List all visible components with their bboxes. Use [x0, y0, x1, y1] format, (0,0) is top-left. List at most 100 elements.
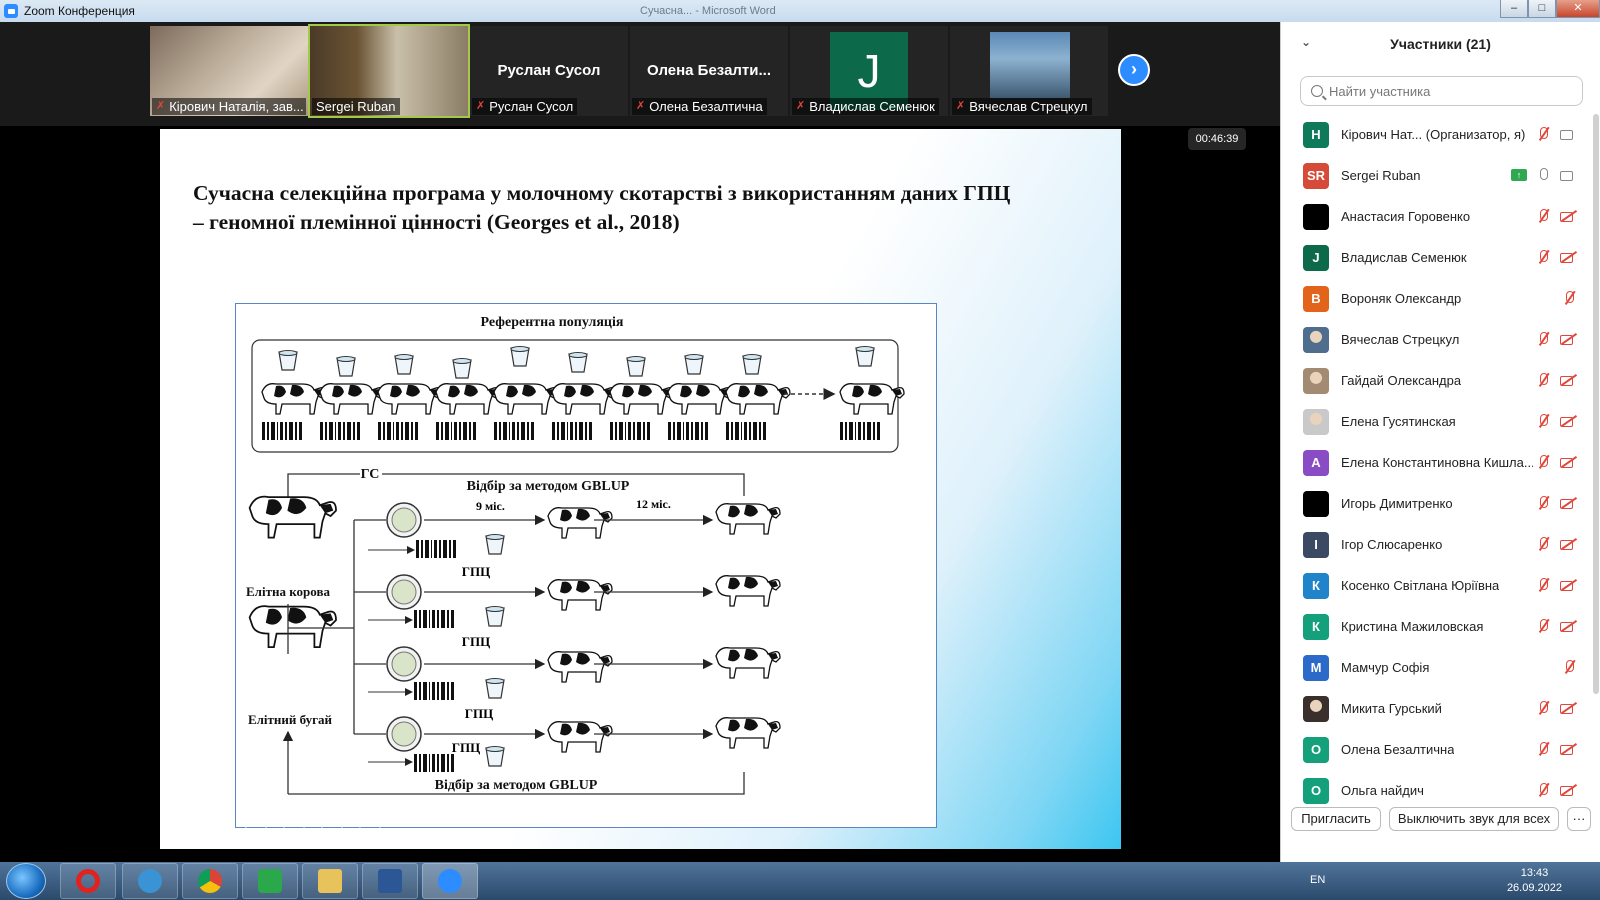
presentation-slide: Сучасна селекційна програма у молочному …	[160, 129, 1121, 849]
mic-muted-icon[interactable]	[1535, 618, 1551, 634]
participant-row[interactable]: В Вороняк Олександр	[1281, 278, 1591, 319]
taskbar-app-2[interactable]	[122, 863, 178, 899]
taskbar-chrome[interactable]	[182, 863, 238, 899]
camera-off-icon[interactable]	[1559, 618, 1577, 634]
mic-off-icon: ✗	[636, 100, 646, 112]
mic-muted-icon[interactable]	[1535, 249, 1551, 265]
camera-off-icon[interactable]	[1559, 782, 1577, 798]
taskbar-word[interactable]	[362, 863, 418, 899]
participant-name: Вячеслав Стрецкул	[1341, 332, 1460, 347]
mic-muted-icon[interactable]	[1535, 454, 1551, 470]
slides-grid-icon[interactable]: ▦	[282, 821, 306, 845]
camera-off-icon[interactable]	[1559, 372, 1577, 388]
next-slide-icon[interactable]: ▶	[206, 821, 230, 845]
mute-all-button[interactable]: Выключить звук для всех	[1389, 807, 1559, 831]
mic-muted-icon[interactable]	[1561, 290, 1577, 306]
language-indicator[interactable]: EN	[1310, 874, 1325, 886]
avatar: А	[1303, 449, 1329, 476]
invite-button[interactable]: Пригласить	[1291, 807, 1381, 831]
key-icon	[258, 869, 282, 893]
pen-icon[interactable]: ✎	[244, 821, 268, 845]
camera-off-icon[interactable]	[1559, 413, 1577, 429]
tile-name: Sergei Ruban	[316, 99, 396, 114]
start-button[interactable]	[6, 863, 46, 899]
video-tile-active-speaker[interactable]: Sergei Ruban	[308, 24, 470, 118]
video-tile[interactable]: ✗ Кірович Наталія, зав...	[150, 26, 308, 116]
camera-icon[interactable]	[1559, 167, 1577, 183]
participant-row[interactable]: К Косенко Світлана Юріївна	[1281, 565, 1591, 606]
participant-row[interactable]: Анастасия Горовенко	[1281, 196, 1591, 237]
tile-name: Олена Безалтична	[649, 99, 763, 114]
mic-muted-icon[interactable]	[1535, 331, 1551, 347]
participant-row[interactable]: М Мамчур Софія	[1281, 647, 1591, 688]
more-icon[interactable]: ⋯	[358, 821, 382, 845]
participant-row[interactable]: SR Sergei Ruban ↑	[1281, 155, 1591, 196]
mic-muted-icon[interactable]	[1535, 126, 1551, 142]
mic-muted-icon[interactable]	[1535, 782, 1551, 798]
participant-row[interactable]: О Олена Безалтична	[1281, 729, 1591, 770]
participant-row[interactable]: К Кристина Мажиловская	[1281, 606, 1591, 647]
mic-muted-icon[interactable]	[1561, 659, 1577, 675]
participant-row[interactable]: А Елена Константиновна Кишла...	[1281, 442, 1591, 483]
camera-off-icon[interactable]	[1559, 536, 1577, 552]
taskbar-opera[interactable]	[60, 863, 116, 899]
participant-row[interactable]: H Кірович Нат... (Организатор, я)	[1281, 114, 1591, 155]
taskbar-app-4[interactable]	[242, 863, 298, 899]
mic-muted-icon[interactable]	[1535, 536, 1551, 552]
mic-muted-icon[interactable]	[1535, 372, 1551, 388]
close-button[interactable]: ✕	[1556, 0, 1600, 18]
camera-off-icon[interactable]	[1559, 454, 1577, 470]
gs-label: ГС	[361, 467, 380, 482]
video-tile[interactable]: J ✗ Владислав Семенюк	[790, 26, 948, 116]
mic-muted-icon[interactable]	[1535, 495, 1551, 511]
maximize-button[interactable]: □	[1528, 0, 1556, 18]
participants-scrollbar[interactable]	[1593, 114, 1599, 694]
tile-caption: ✗ Руслан Сусол	[472, 98, 578, 115]
participant-row[interactable]: J Владислав Семенюк	[1281, 237, 1591, 278]
camera-off-icon[interactable]	[1559, 495, 1577, 511]
app-icon	[138, 869, 162, 893]
camera-off-icon[interactable]	[1559, 741, 1577, 757]
avatar	[1303, 490, 1329, 517]
prev-slide-icon[interactable]: ◀	[168, 821, 192, 845]
participant-row[interactable]: Микита Гурський	[1281, 688, 1591, 729]
more-options-button[interactable]: ···	[1567, 807, 1591, 831]
participant-row[interactable]: Вячеслав Стрецкул	[1281, 319, 1591, 360]
mic-muted-icon[interactable]	[1535, 208, 1551, 224]
avatar	[1303, 695, 1329, 722]
camera-off-icon[interactable]	[1559, 700, 1577, 716]
avatar: О	[1303, 777, 1329, 804]
video-tile[interactable]: Руслан Сусол ✗ Руслан Сусол	[470, 26, 628, 116]
participant-name: Косенко Світлана Юріївна	[1341, 578, 1500, 593]
video-tile[interactable]: Олена Безалти... ✗ Олена Безалтична	[630, 26, 788, 116]
mic-icon[interactable]	[1535, 167, 1551, 183]
search-input[interactable]: Найти участника	[1300, 76, 1583, 106]
mic-off-icon: ✗	[156, 100, 166, 112]
camera-off-icon[interactable]	[1559, 249, 1577, 265]
camera-off-icon[interactable]	[1559, 577, 1577, 593]
chevron-right-icon[interactable]: ›	[1118, 54, 1150, 86]
taskbar-explorer[interactable]	[302, 863, 358, 899]
camera-off-icon[interactable]	[1559, 208, 1577, 224]
chevron-down-icon[interactable]: ⌄	[1301, 35, 1311, 49]
svg-text:ГПЦ: ГПЦ	[462, 634, 491, 649]
minimize-button[interactable]: –	[1500, 0, 1528, 18]
zoom-icon[interactable]: ⚲	[320, 821, 344, 845]
participant-row[interactable]: Елена Гусятинская	[1281, 401, 1591, 442]
mic-muted-icon[interactable]	[1535, 577, 1551, 593]
ref-population-label: Референтна популяція	[481, 315, 624, 330]
participant-row[interactable]: Гайдай Олександра	[1281, 360, 1591, 401]
camera-off-icon[interactable]	[1559, 331, 1577, 347]
mic-muted-icon[interactable]	[1535, 741, 1551, 757]
clock[interactable]: 13:43 26.09.2022	[1507, 866, 1562, 896]
search-placeholder: Найти участника	[1329, 83, 1431, 99]
video-tile[interactable]: ✗ Вячеслав Стрецкул	[950, 26, 1108, 116]
taskbar-zoom[interactable]	[422, 863, 478, 899]
participant-row[interactable]: I Ігор Слюсаренко	[1281, 524, 1591, 565]
camera-icon[interactable]	[1559, 126, 1577, 142]
avatar: М	[1303, 654, 1329, 681]
mic-muted-icon[interactable]	[1535, 700, 1551, 716]
avatar: В	[1303, 285, 1329, 312]
participant-row[interactable]: Игорь Димитренко	[1281, 483, 1591, 524]
mic-muted-icon[interactable]	[1535, 413, 1551, 429]
